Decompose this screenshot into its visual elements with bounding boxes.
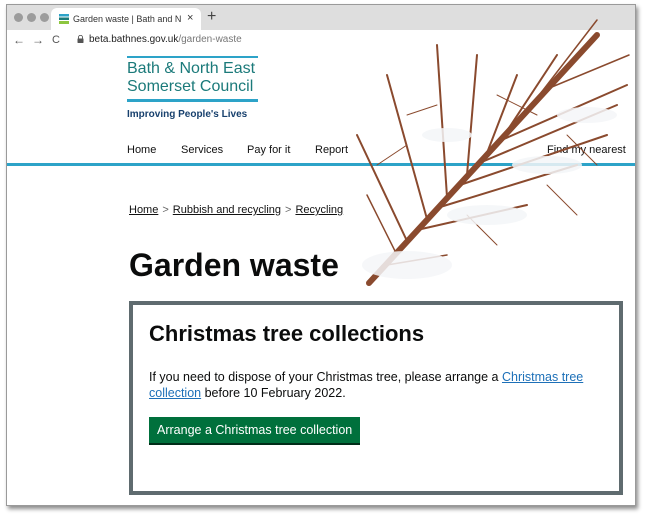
close-window-icon[interactable] [14, 13, 23, 22]
nav-item-home[interactable]: Home [127, 144, 156, 156]
nav-item-report[interactable]: Report [315, 144, 348, 156]
url-path: /garden-waste [178, 34, 242, 45]
forward-icon[interactable]: → [32, 33, 44, 47]
tab-close-icon[interactable]: × [187, 12, 193, 24]
new-tab-button[interactable]: + [207, 8, 216, 26]
browser-tab[interactable]: Garden waste | Bath and North East Somer… [51, 8, 201, 30]
logo-rule [127, 99, 258, 102]
back-icon[interactable]: ← [13, 33, 25, 47]
lock-icon [77, 35, 84, 43]
christmas-tree-callout: Christmas tree collections If you need t… [129, 301, 623, 495]
callout-text-after: before 10 February 2022. [201, 386, 346, 400]
christmas-tree-image [356, 19, 630, 286]
url-host: beta.bathnes.gov.uk [89, 34, 179, 45]
council-logo-line1[interactable]: Bath & North East [127, 60, 255, 78]
arrange-collection-button[interactable]: Arrange a Christmas tree collection [149, 417, 361, 443]
nav-item-pay[interactable]: Pay for it [247, 144, 290, 156]
breadcrumb-recycling[interactable]: Recycling [295, 204, 343, 216]
council-tagline: Improving People's Lives [127, 109, 248, 120]
reload-icon[interactable]: C [52, 34, 60, 46]
breadcrumb-separator: > [162, 204, 169, 216]
favicon-icon [59, 14, 69, 24]
browser-window: Garden waste | Bath and North East Somer… [6, 4, 636, 506]
callout-text: If you need to dispose of your Christmas… [149, 369, 609, 401]
maximize-window-icon[interactable] [40, 13, 49, 22]
logo-rule-top [127, 56, 258, 58]
breadcrumb-home[interactable]: Home [129, 204, 158, 216]
callout-text-before: If you need to dispose of your Christmas… [149, 370, 502, 384]
page-title: Garden waste [129, 247, 339, 283]
breadcrumb-rubbish[interactable]: Rubbish and recycling [173, 204, 281, 216]
tab-title: Garden waste | Bath and North East Somer… [73, 14, 181, 24]
nav-item-services[interactable]: Services [181, 144, 223, 156]
breadcrumb: Home > Rubbish and recycling > Recycling [129, 204, 343, 216]
breadcrumb-separator: > [285, 204, 292, 216]
callout-heading: Christmas tree collections [149, 321, 425, 346]
minimize-window-icon[interactable] [27, 13, 36, 22]
url-field[interactable]: beta.bathnes.gov.uk/garden-waste [89, 34, 242, 45]
council-logo-line2[interactable]: Somerset Council [127, 78, 253, 96]
